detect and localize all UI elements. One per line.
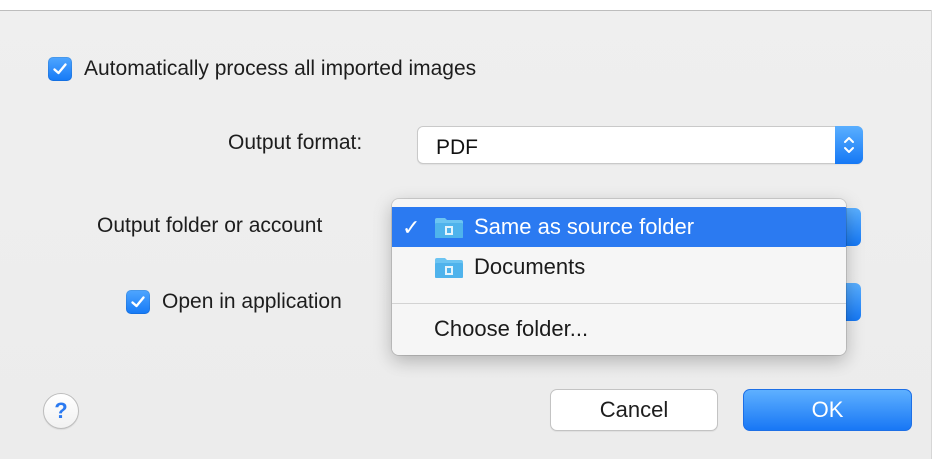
auto-process-label: Automatically process all imported image…	[84, 57, 477, 80]
output-format-popup[interactable]: PDF	[417, 126, 863, 164]
selected-checkmark: ✓	[402, 215, 421, 240]
output-folder-stepper[interactable]	[845, 208, 861, 246]
menu-item-choose-folder[interactable]: Choose folder...	[392, 309, 846, 349]
window-top-edge	[0, 0, 940, 11]
help-button[interactable]: ?	[43, 393, 79, 429]
window-right-edge	[931, 10, 940, 459]
auto-process-checkbox[interactable]	[48, 57, 72, 81]
output-folder-menu: ✓ Same as source folder Documents Choose…	[392, 199, 846, 355]
menu-item-same-as-source[interactable]: ✓ Same as source folder	[392, 207, 846, 247]
output-format-stepper[interactable]	[835, 126, 863, 164]
folder-icon	[434, 257, 464, 284]
menu-item-label: Documents	[474, 254, 586, 279]
checkmark-icon	[53, 63, 67, 75]
output-format-value: PDF	[436, 136, 478, 159]
menu-item-label: Choose folder...	[434, 316, 589, 341]
menu-separator	[392, 303, 846, 304]
chevron-updown-icon	[844, 137, 854, 153]
ok-button[interactable]: OK	[743, 389, 912, 431]
cancel-button[interactable]: Cancel	[550, 389, 718, 431]
output-format-label: Output format:	[228, 131, 363, 154]
checkmark-icon	[131, 296, 145, 308]
folder-icon	[434, 217, 464, 244]
open-in-app-stepper[interactable]	[845, 283, 861, 321]
open-in-app-label: Open in application	[162, 290, 342, 313]
menu-item-documents[interactable]: Documents	[392, 247, 846, 287]
output-folder-label: Output folder or account	[97, 214, 323, 237]
open-in-app-checkbox[interactable]	[126, 290, 150, 314]
menu-item-label: Same as source folder	[474, 214, 695, 239]
